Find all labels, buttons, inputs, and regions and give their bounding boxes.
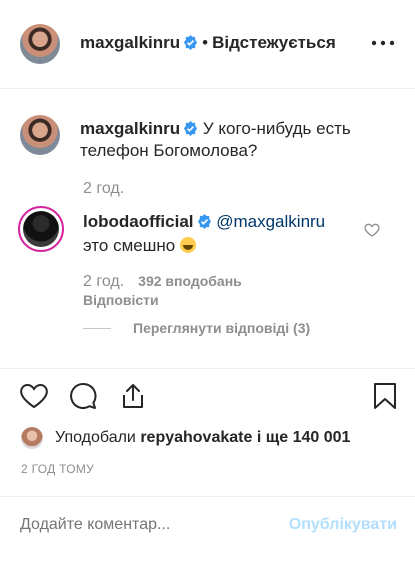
caption-time[interactable]: 2 год. bbox=[83, 180, 124, 198]
comment-icon[interactable] bbox=[68, 381, 98, 411]
verified-icon bbox=[184, 121, 198, 136]
comment-text: это смешно bbox=[83, 236, 176, 255]
view-replies-button[interactable]: Переглянути відповіді (3) bbox=[83, 320, 310, 336]
share-icon[interactable] bbox=[118, 381, 148, 411]
caption-avatar[interactable] bbox=[20, 115, 60, 155]
post-timestamp[interactable]: 2 ГОД ТОМУ bbox=[21, 462, 94, 476]
comment-text-block: lobodaofficial @maxgalkinru это смешно bbox=[83, 210, 363, 258]
verified-icon bbox=[197, 214, 211, 229]
comment-meta: 2 год. 392 вподобань bbox=[83, 273, 242, 291]
comment-likes[interactable]: 392 вподобань bbox=[138, 273, 242, 289]
divider bbox=[0, 88, 415, 89]
replies-line bbox=[83, 327, 111, 329]
post-button[interactable]: Опублікувати bbox=[289, 516, 397, 534]
author-username[interactable]: maxgalkinru bbox=[80, 33, 180, 52]
following-button[interactable]: Відстежується bbox=[212, 33, 336, 52]
divider bbox=[0, 368, 415, 369]
post-actions bbox=[0, 376, 415, 416]
heart-icon[interactable] bbox=[19, 381, 49, 411]
liker-username[interactable]: repyahovakate bbox=[140, 429, 252, 446]
header-separator: • bbox=[202, 33, 209, 52]
save-icon[interactable] bbox=[370, 381, 400, 411]
comment-time[interactable]: 2 год. bbox=[83, 273, 124, 290]
caption-text-block: maxgalkinru У кого-нибудь есть телефон Б… bbox=[80, 118, 400, 162]
view-replies-label: Переглянути відповіді (3) bbox=[133, 320, 311, 336]
header-line: maxgalkinru • Відстежується bbox=[80, 33, 336, 53]
likes-text: Уподобали repyahovakate і ще 140 001 bbox=[55, 429, 350, 447]
caption-username[interactable]: maxgalkinru bbox=[80, 119, 180, 138]
comment-box: Опублікувати bbox=[0, 496, 415, 562]
reply-button[interactable]: Відповісти bbox=[83, 292, 159, 308]
author-avatar[interactable] bbox=[20, 24, 60, 64]
likes-prefix: Уподобали bbox=[55, 429, 136, 446]
post-header: maxgalkinru • Відстежується bbox=[0, 0, 415, 88]
comment-mention[interactable]: @maxgalkinru bbox=[216, 212, 325, 231]
commenter-username[interactable]: lobodaofficial bbox=[83, 212, 194, 231]
verified-icon bbox=[184, 35, 198, 50]
comment-like-heart-icon[interactable] bbox=[364, 222, 380, 238]
more-icon[interactable] bbox=[371, 36, 395, 50]
smile-emoji-icon bbox=[179, 237, 196, 253]
liker-avatar[interactable] bbox=[21, 427, 43, 449]
commenter-avatar[interactable] bbox=[18, 206, 64, 252]
comment-input[interactable] bbox=[20, 516, 270, 534]
likes-count[interactable]: і ще 140 001 bbox=[257, 429, 351, 446]
